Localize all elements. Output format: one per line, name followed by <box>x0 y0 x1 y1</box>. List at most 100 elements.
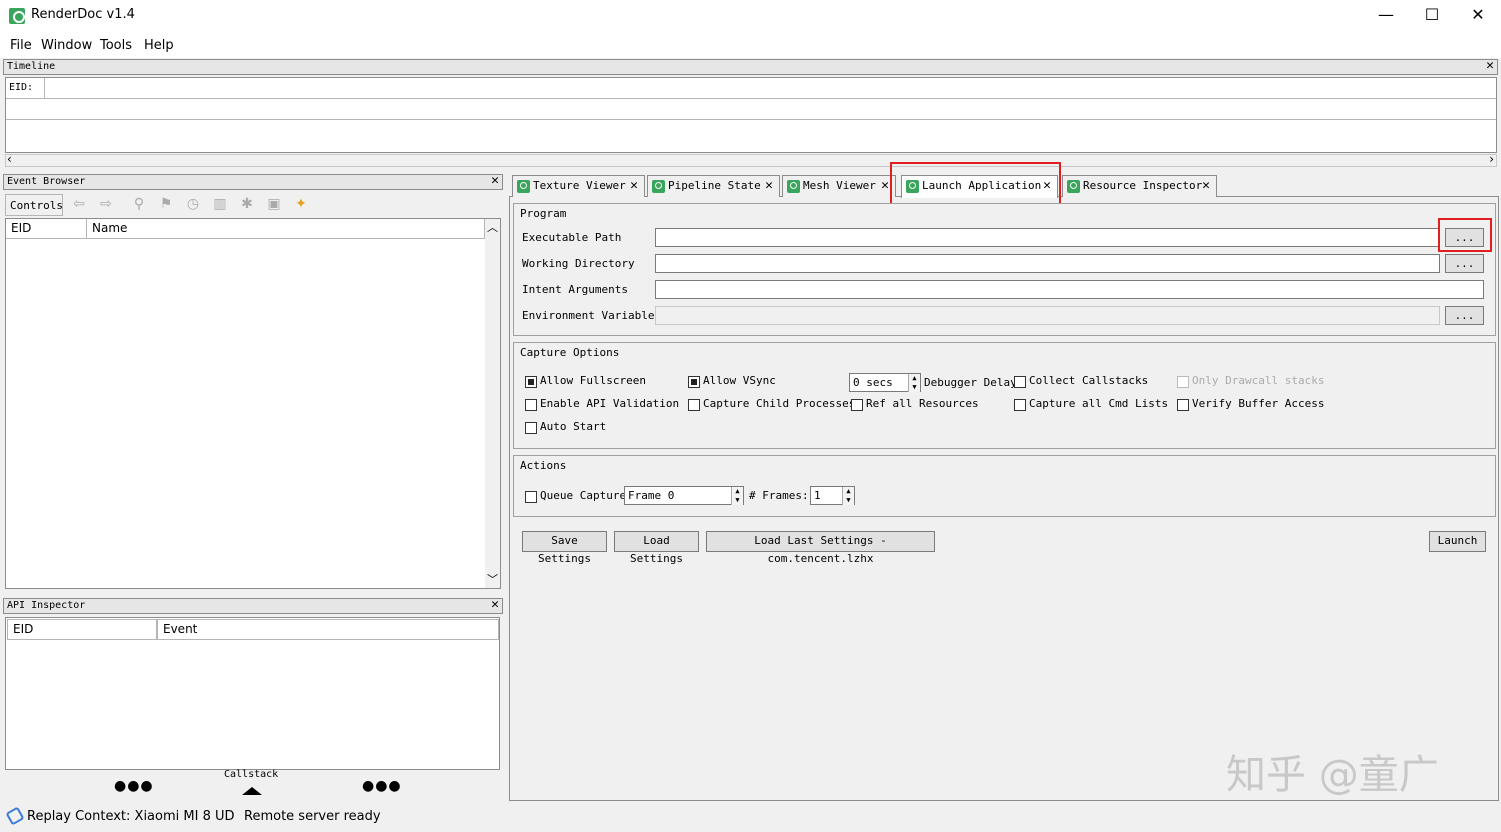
column-header-eid[interactable]: EID <box>7 619 157 640</box>
tab-close-icon[interactable]: ✕ <box>765 176 773 196</box>
load-settings-button[interactable]: Load Settings <box>614 531 699 565</box>
puzzle-plugin-icon[interactable]: ✦ <box>292 196 310 212</box>
title-bar: RenderDoc v1.4 — ☐ ✕ <box>0 0 1501 32</box>
minimize-button[interactable]: — <box>1363 0 1409 32</box>
browse-directory-button[interactable]: ... <box>1445 254 1484 273</box>
tab-close-icon[interactable]: ✕ <box>881 176 889 196</box>
intent-arguments-input[interactable] <box>655 280 1484 299</box>
window-title: RenderDoc v1.4 <box>31 7 135 22</box>
tab-label: Texture Viewer <box>533 179 626 192</box>
debugger-delay-spinbox[interactable]: 0 secs ▲ ▼ <box>849 373 921 392</box>
environment-variables-label: Environment Variables <box>522 309 662 322</box>
highlight-annotation <box>1438 218 1492 252</box>
working-directory-input[interactable] <box>655 254 1440 273</box>
tab-texture-viewer[interactable]: Texture Viewer ✕ <box>512 175 645 197</box>
spin-down-icon[interactable]: ▼ <box>731 496 743 505</box>
tab-close-icon[interactable]: ✕ <box>1202 176 1210 196</box>
scroll-down-icon[interactable]: ﹀ <box>487 571 498 587</box>
watermark: 知乎 @童广 <box>1226 752 1439 798</box>
scroll-right-icon[interactable]: › <box>1489 152 1494 166</box>
checkbox-box <box>688 399 700 411</box>
menu-bar: File Window Tools Help <box>0 32 1501 58</box>
checkbox-label: Queue Capture <box>540 489 627 502</box>
event-list-scrollbar[interactable]: ︿ ﹀ <box>485 219 500 588</box>
renderdoc-tab-icon <box>787 180 800 193</box>
back-arrow-icon[interactable]: ⇦ <box>70 196 88 212</box>
checkbox-label: Enable API Validation <box>540 397 680 410</box>
spin-down-icon[interactable]: ▼ <box>842 496 854 505</box>
settings-gear-icon[interactable]: ✱ <box>238 196 256 212</box>
column-header-name[interactable]: Name <box>87 219 485 239</box>
launch-button[interactable]: Launch <box>1429 531 1486 552</box>
num-frames-spinbox[interactable]: 1 ▲ ▼ <box>810 486 855 505</box>
checkbox-label: Allow Fullscreen <box>540 374 646 387</box>
save-disk-icon[interactable]: ▣ <box>265 196 283 212</box>
close-window-button[interactable]: ✕ <box>1455 0 1501 32</box>
checkbox-box <box>1014 376 1026 388</box>
callstack-label[interactable]: Callstack <box>224 769 278 780</box>
expand-up-icon[interactable] <box>242 787 262 795</box>
checkbox-box <box>1177 399 1189 411</box>
bookmark-flag-icon[interactable]: ⚑ <box>157 196 175 212</box>
edit-environment-button[interactable]: ... <box>1445 306 1484 325</box>
spin-up-icon[interactable]: ▲ <box>908 374 920 383</box>
checkbox-box <box>851 399 863 411</box>
maximize-button[interactable]: ☐ <box>1409 0 1455 32</box>
controls-button[interactable]: Controls <box>5 194 63 216</box>
renderdoc-app-icon <box>9 8 25 24</box>
tab-resource-inspector[interactable]: Resource Inspector ✕ <box>1062 175 1217 197</box>
timeline-eid-label: EID: <box>9 82 34 93</box>
checkbox-label: Collect Callstacks <box>1029 374 1149 387</box>
frame-spinbox[interactable]: Frame 0 ▲ ▼ <box>624 486 744 505</box>
checkbox-box <box>1014 399 1026 411</box>
api-inspector-close-icon[interactable]: ✕ <box>491 598 499 612</box>
save-settings-button[interactable]: Save Settings <box>522 531 607 565</box>
column-header-event[interactable]: Event <box>157 619 499 640</box>
menu-window[interactable]: Window <box>41 38 92 53</box>
tab-close-icon[interactable]: ✕ <box>630 176 638 196</box>
splitter-dots-icon[interactable]: ●●● <box>114 778 154 794</box>
columns-icon[interactable]: ▥ <box>211 196 229 212</box>
checkbox-box <box>525 376 537 388</box>
spin-up-icon[interactable]: ▲ <box>731 487 743 496</box>
menu-help[interactable]: Help <box>144 38 174 53</box>
scroll-left-icon[interactable]: ‹ <box>7 152 12 166</box>
timeline-close-icon[interactable]: ✕ <box>1486 59 1494 73</box>
time-clock-icon[interactable]: ◷ <box>184 196 202 212</box>
column-header-eid[interactable]: EID <box>6 219 87 239</box>
checkbox-label: Capture all Cmd Lists <box>1029 397 1169 410</box>
tab-mesh-viewer[interactable]: Mesh Viewer ✕ <box>782 175 896 197</box>
spin-up-icon[interactable]: ▲ <box>842 487 854 496</box>
timeline-row-divider <box>6 119 1496 120</box>
replay-context-label: Replay Context: Xiaomi MI 8 UD <box>27 809 235 824</box>
checkbox-label: Auto Start <box>540 420 607 433</box>
working-directory-label: Working Directory <box>522 257 635 270</box>
event-list[interactable]: EID Name ︿ ﹀ <box>5 218 501 589</box>
checkbox-label: Capture Child Processes <box>703 397 856 410</box>
event-browser-close-icon[interactable]: ✕ <box>491 174 499 188</box>
actions-title: Actions <box>520 459 567 472</box>
splitter-dots-icon[interactable]: ●●● <box>362 778 402 794</box>
scroll-up-icon[interactable]: ︿ <box>487 219 498 235</box>
event-browser-title: Event Browser <box>7 176 86 187</box>
timeline-scrollbar[interactable]: ‹ › <box>5 152 1497 167</box>
checkbox-box <box>525 399 537 411</box>
checkbox-label: Ref all Resources <box>866 397 979 410</box>
checkbox-box <box>525 422 537 434</box>
spin-down-icon[interactable]: ▼ <box>908 383 920 392</box>
spinbox-value: 0 secs <box>853 376 893 389</box>
timeline-area[interactable]: EID: <box>5 77 1497 153</box>
status-bar: Replay Context: Xiaomi MI 8 UD Remote se… <box>0 803 1501 832</box>
menu-tools[interactable]: Tools <box>100 38 132 53</box>
tab-label: Pipeline State <box>668 179 761 192</box>
tab-label: Mesh Viewer <box>803 179 876 192</box>
api-event-list[interactable]: EID Event <box>5 617 500 770</box>
server-status-label: Remote server ready <box>244 809 381 824</box>
forward-arrow-icon[interactable]: ⇨ <box>97 196 115 212</box>
tab-pipeline-state[interactable]: Pipeline State ✕ <box>647 175 780 197</box>
timeline-title: Timeline <box>7 61 56 72</box>
load-last-settings-button[interactable]: Load Last Settings - com.tencent.lzhx <box>706 531 935 565</box>
menu-file[interactable]: File <box>10 38 32 53</box>
executable-path-input[interactable] <box>655 228 1440 247</box>
find-binoculars-icon[interactable]: ⚲ <box>130 196 148 212</box>
